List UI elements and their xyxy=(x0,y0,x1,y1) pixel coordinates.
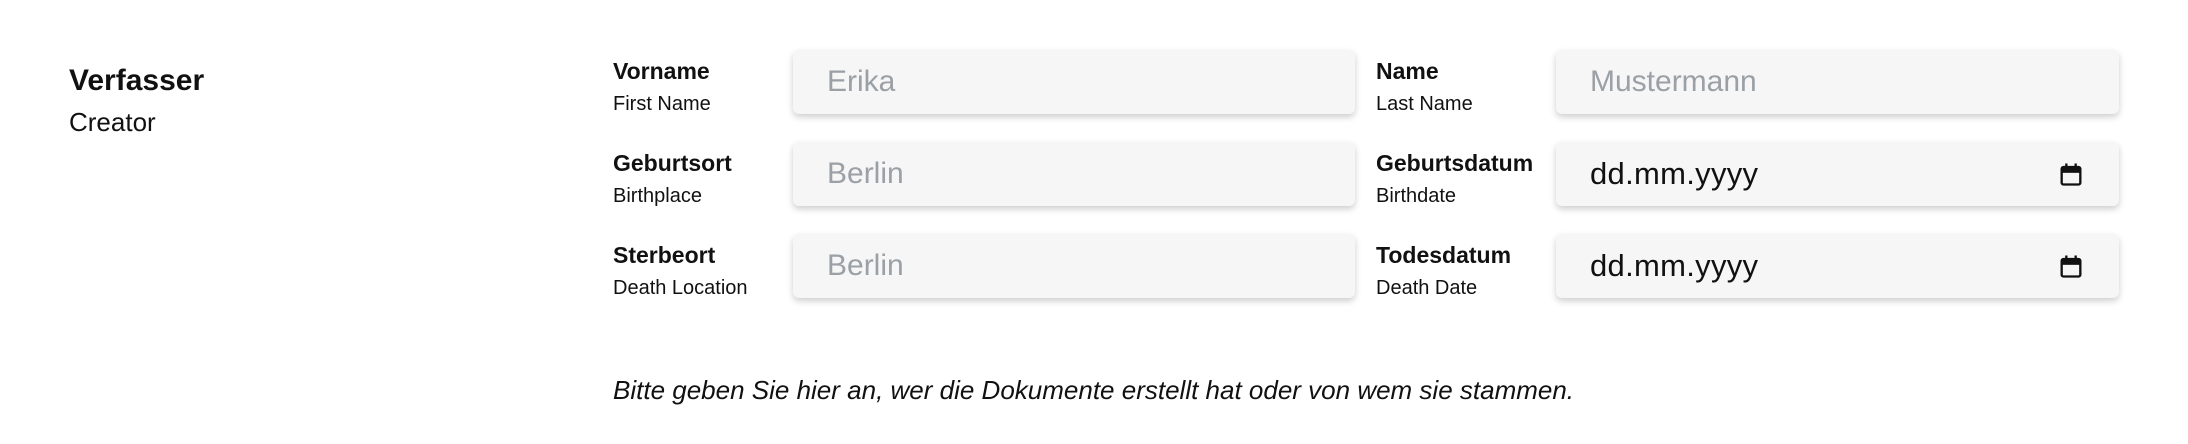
last-name-label-de: Name xyxy=(1376,58,1439,84)
death-location-label-en: Death Location xyxy=(613,277,748,299)
calendar-icon[interactable] xyxy=(2057,252,2085,280)
death-location-label-de: Sterbeort xyxy=(613,242,716,268)
creator-form-section: Verfasser Creator Vorname First Name Nam… xyxy=(0,0,2188,444)
calendar-icon[interactable] xyxy=(2057,160,2085,188)
first-name-label: Vorname First Name xyxy=(613,56,813,118)
birthplace-label-de: Geburtsort xyxy=(613,150,732,176)
birthdate-input[interactable]: dd.mm.yyyy xyxy=(1556,142,2119,206)
death-date-display: dd.mm.yyyy xyxy=(1590,248,1759,283)
birthdate-label-de: Geburtsdatum xyxy=(1376,150,1534,176)
death-location-label: Sterbeort Death Location xyxy=(613,240,813,302)
birthplace-label: Geburtsort Birthplace xyxy=(613,148,813,210)
death-date-input[interactable]: dd.mm.yyyy xyxy=(1556,234,2119,298)
death-date-label-en: Death Date xyxy=(1376,277,1478,299)
birthdate-display: dd.mm.yyyy xyxy=(1590,156,1759,191)
birthplace-input[interactable] xyxy=(793,142,1355,206)
first-name-label-en: First Name xyxy=(613,93,711,115)
birthdate-label: Geburtsdatum Birthdate xyxy=(1376,148,1576,210)
last-name-input[interactable] xyxy=(1556,50,2119,114)
help-text: Bitte geben Sie hier an, wer die Dokumen… xyxy=(613,375,1575,405)
last-name-label: Name Last Name xyxy=(1376,56,1576,118)
section-title: Verfasser xyxy=(69,64,205,97)
first-name-input[interactable] xyxy=(793,50,1355,114)
birthplace-label-en: Birthplace xyxy=(613,185,702,207)
last-name-label-en: Last Name xyxy=(1376,93,1473,115)
death-date-label-de: Todesdatum xyxy=(1376,242,1512,268)
death-location-input[interactable] xyxy=(793,234,1355,298)
death-date-label: Todesdatum Death Date xyxy=(1376,240,1576,302)
first-name-label-de: Vorname xyxy=(613,58,710,84)
section-subtitle: Creator xyxy=(69,107,156,137)
birthdate-label-en: Birthdate xyxy=(1376,185,1457,207)
